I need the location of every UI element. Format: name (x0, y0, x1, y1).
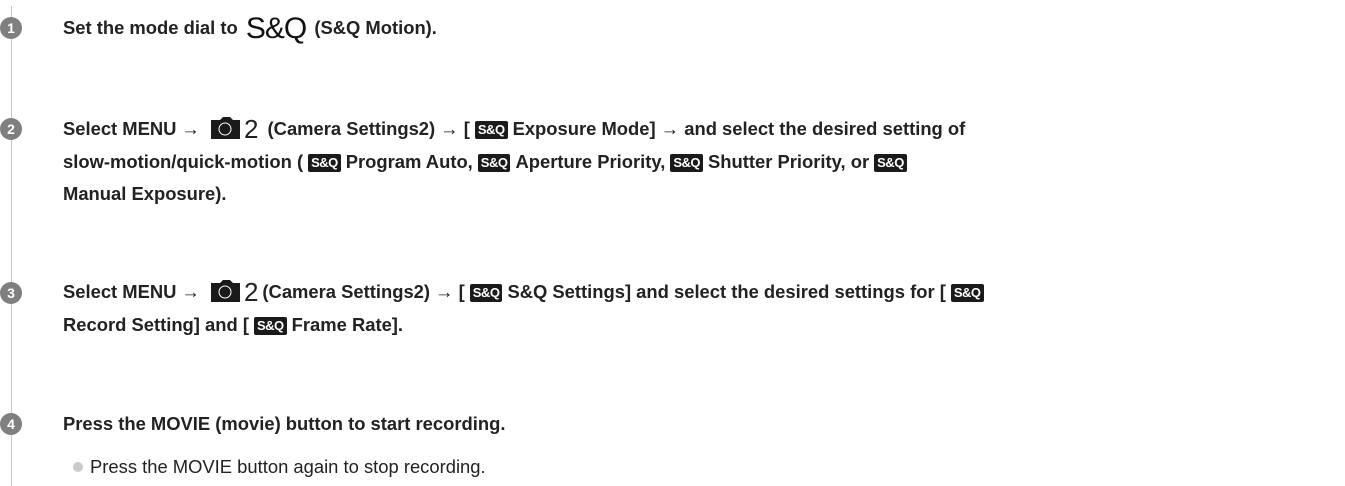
step-1-text: Set the mode dial to S&Q (S&Q Motion). (63, 12, 1338, 45)
step-3-record-setting: Record Setting] and [ (63, 314, 249, 335)
step-3-frame-rate: Frame Rate]. (291, 314, 404, 335)
step-2-menu-text: Select MENU → (63, 118, 200, 139)
bullet-icon (73, 462, 83, 472)
sq-badge-icon: S&Q (950, 284, 984, 302)
step-3-text-line-2: Record Setting] and [S&Q Frame Rate]. (63, 311, 1338, 339)
camera-icon (210, 116, 242, 148)
step-1-text-before: Set the mode dial to (63, 17, 238, 38)
camera-settings-number: 2 (243, 277, 259, 307)
step-2-text-line-3: Manual Exposure). (63, 180, 1338, 208)
camera-icon (210, 279, 242, 311)
camera-settings-number: 2 (243, 114, 259, 144)
sq-badge-icon: S&Q (874, 154, 907, 172)
sq-badge-icon: S&Q (670, 154, 704, 172)
step-2-camera-settings-text: (Camera Settings2) → [ (267, 118, 470, 139)
sq-badge-icon: S&Q (308, 154, 341, 172)
step-2-program-auto: Program Auto, (345, 151, 473, 172)
sq-badge-icon: S&Q (474, 121, 508, 139)
step-number-3: 3 (0, 282, 22, 304)
step-3-sq-settings-text: S&Q Settings] and select the desired set… (507, 281, 946, 302)
sq-badge-icon: S&Q (253, 317, 287, 335)
step-2-text-line-1: Select MENU → 2 (Camera Settings2) → [S&Q… (63, 115, 1338, 148)
step-2-manual-exposure: Manual Exposure). (63, 183, 227, 204)
sq-badge-icon: S&Q (469, 284, 503, 302)
instruction-steps: 1 Set the mode dial to S&Q (S&Q Motion).… (0, 0, 1345, 486)
step-1-text-after: (S&Q Motion). (314, 17, 437, 38)
step-2-slow-quick-text: slow-motion/quick-motion ( (63, 151, 304, 172)
step-4-text: Press the MOVIE (movie) button to start … (63, 413, 506, 434)
step-number-4: 4 (0, 413, 22, 435)
step-3-camera-settings-text: (Camera Settings2) → [ (262, 281, 465, 302)
sq-badge-icon: S&Q (477, 154, 511, 172)
step-2-aperture-priority: Aperture Priority, (515, 151, 666, 172)
sq-mode-icon: S&Q (245, 12, 307, 45)
step-2-exposure-mode-text: Exposure Mode] → and select the desired … (512, 118, 966, 139)
step-2-text-line-2: slow-motion/quick-motion (S&Q Program Aut… (63, 148, 1338, 176)
step-4-sub-note: Press the MOVIE button again to stop rec… (90, 456, 486, 477)
step-3-text-line-1: Select MENU → 2 (Camera Settings2) → [S&Q S… (63, 278, 1338, 311)
step-number-1: 1 (0, 17, 22, 39)
step-number-2: 2 (0, 118, 22, 140)
step-2-shutter-priority: Shutter Priority, or (708, 151, 870, 172)
step-3-menu-text: Select MENU → (63, 281, 200, 302)
